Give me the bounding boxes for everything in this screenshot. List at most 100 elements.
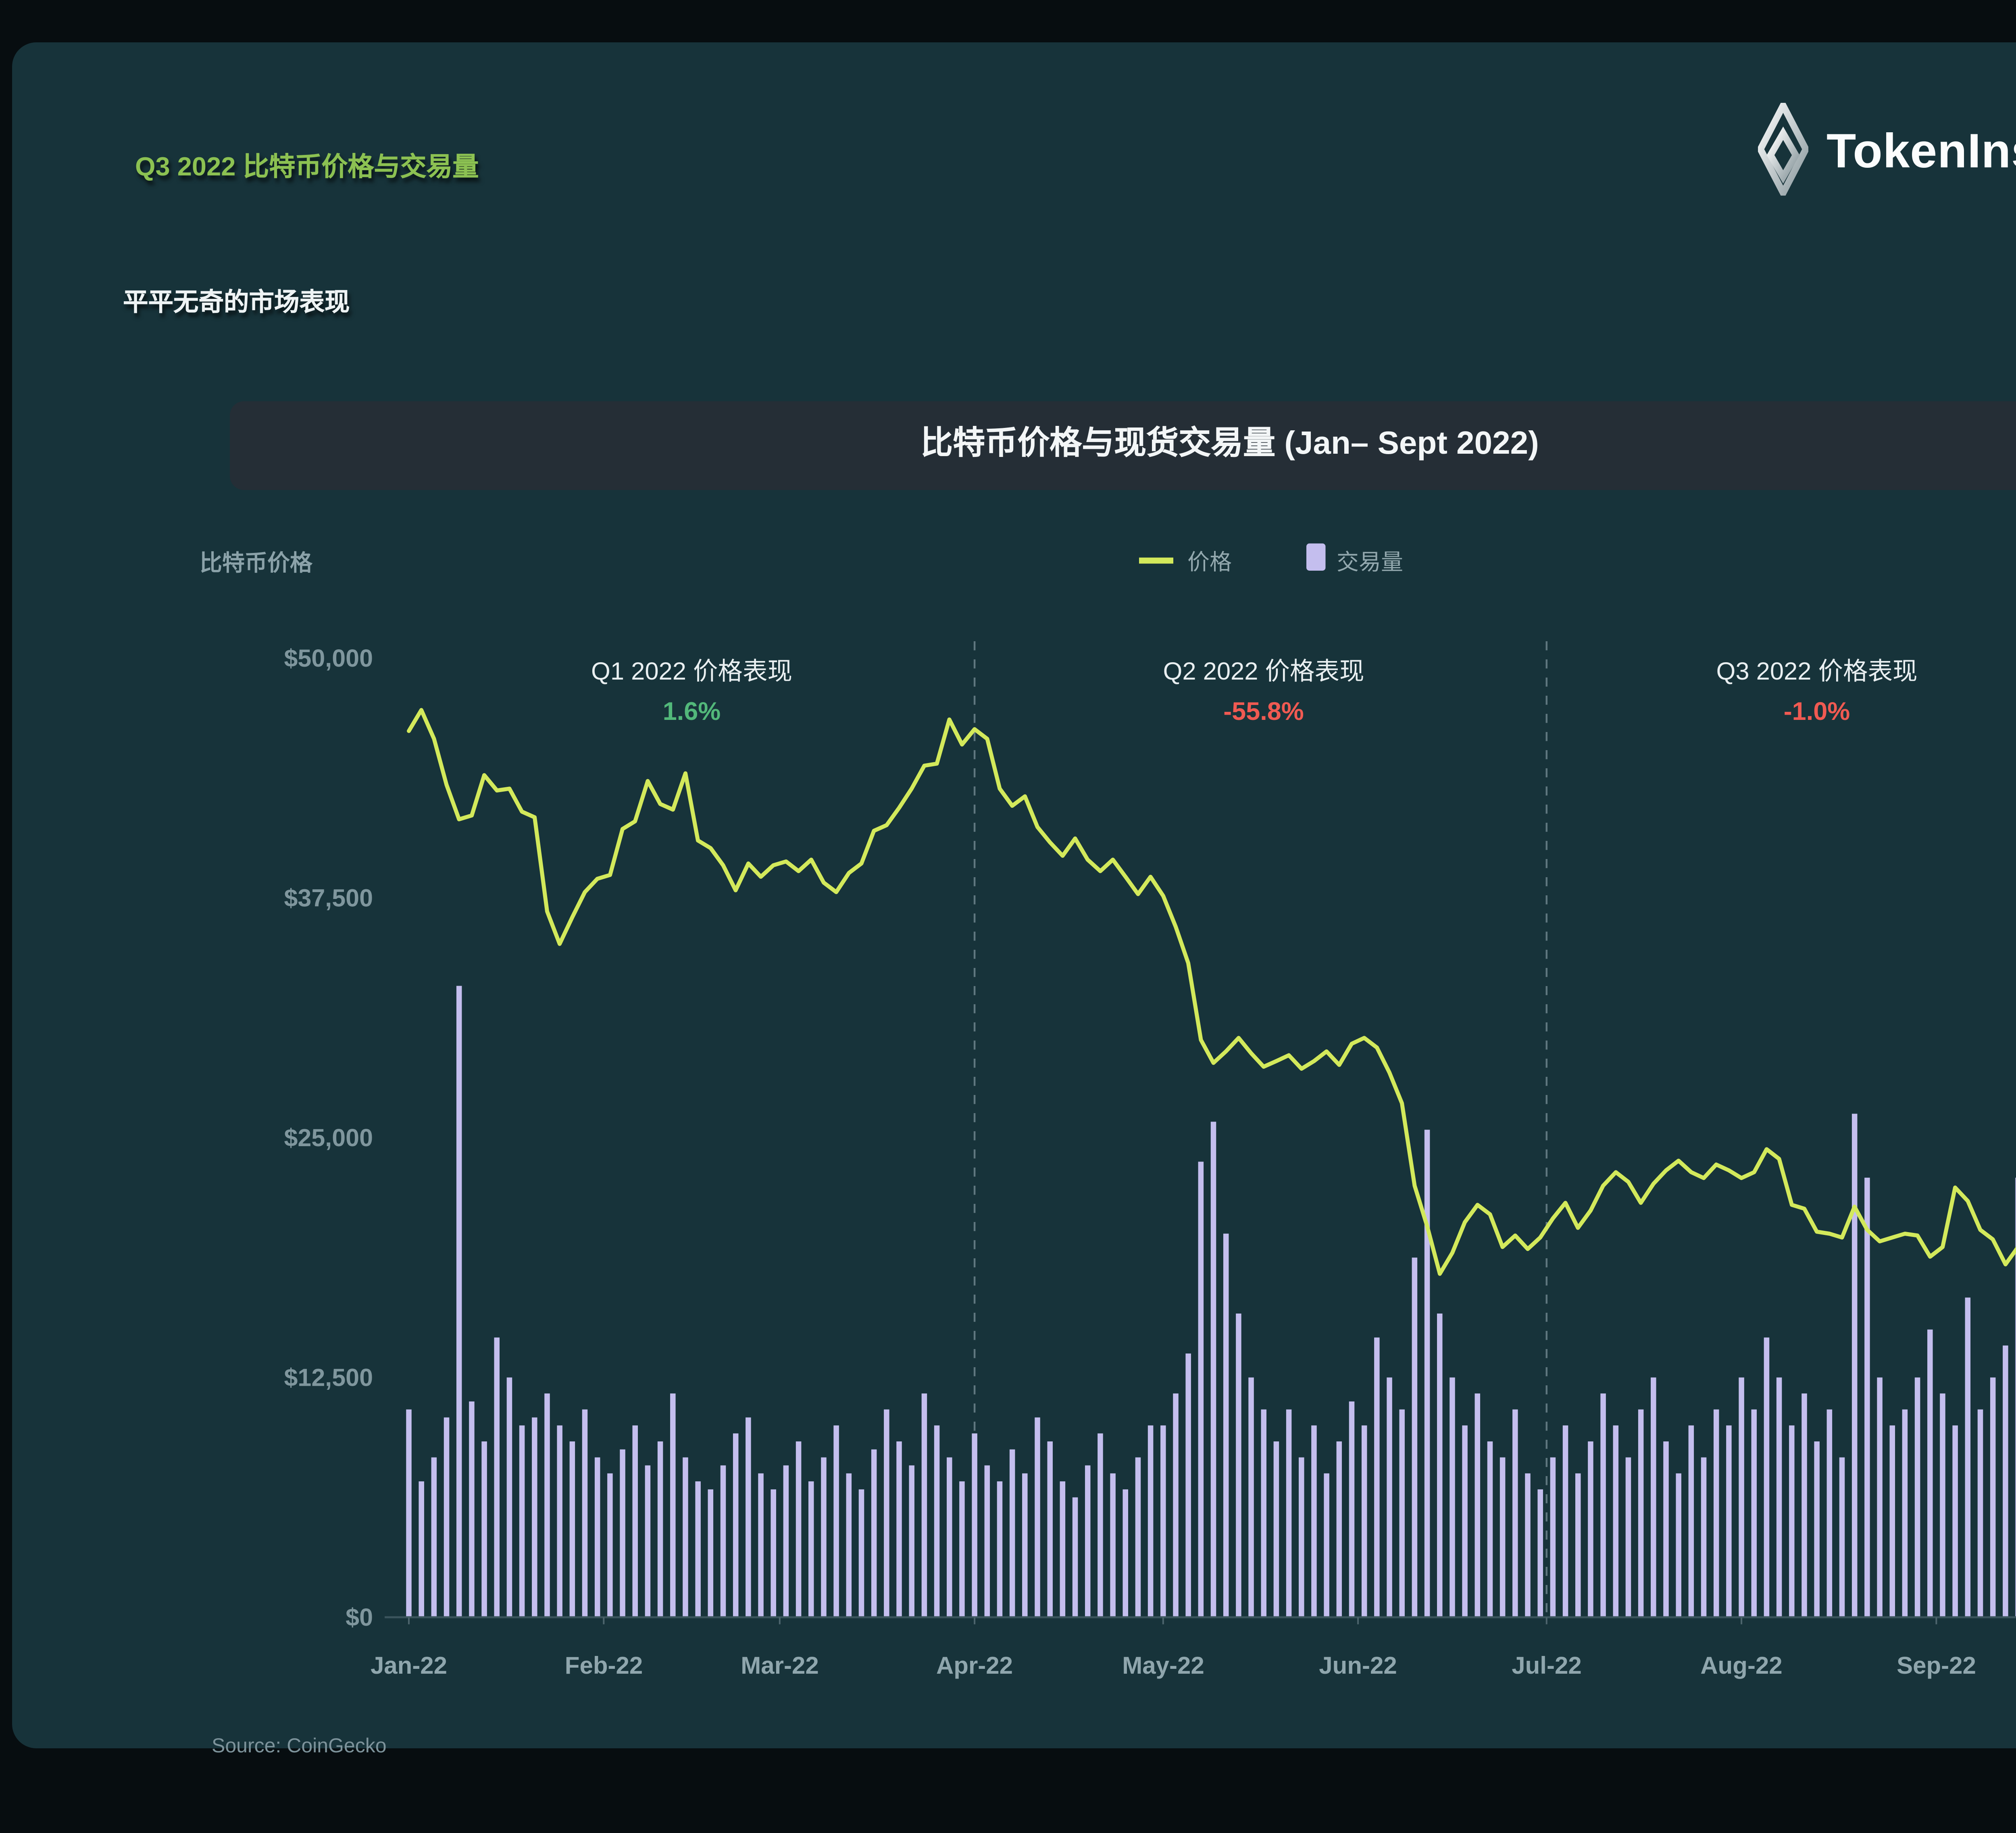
volume-bar xyxy=(922,1393,927,1617)
volume-bar xyxy=(1374,1337,1380,1617)
volume-bar xyxy=(833,1425,839,1617)
volume-bar xyxy=(1902,1410,1908,1617)
volume-bar xyxy=(1550,1458,1556,1617)
volume-bar xyxy=(507,1378,512,1618)
volume-bar xyxy=(1689,1425,1694,1617)
volume-bar xyxy=(695,1481,701,1617)
volume-bar xyxy=(758,1473,764,1617)
volume-bar xyxy=(1537,1489,1543,1617)
volume-bar xyxy=(1978,1410,1983,1617)
volume-bar xyxy=(1676,1473,1681,1617)
left-axis-title: 比特币价格 xyxy=(200,550,313,576)
volume-bar xyxy=(595,1458,600,1617)
volume-bar xyxy=(1248,1378,1254,1618)
volume-bar xyxy=(1349,1401,1355,1617)
volume-bar xyxy=(871,1449,877,1617)
left-axis-tick: $12,500 xyxy=(284,1364,373,1391)
volume-bar xyxy=(746,1418,751,1617)
volume-bar xyxy=(1337,1441,1342,1617)
volume-bar xyxy=(532,1418,537,1617)
volume-bar xyxy=(481,1441,487,1617)
x-axis-month-label: May-22 xyxy=(1122,1652,1204,1679)
volume-bar xyxy=(1022,1473,1028,1617)
volume-bar xyxy=(783,1466,789,1618)
volume-bar xyxy=(1739,1378,1744,1618)
quarter-annotation-label: Q1 2022 价格表现 xyxy=(591,657,792,685)
volume-bar xyxy=(1952,1425,1958,1617)
volume-bar xyxy=(1098,1433,1103,1617)
volume-bar xyxy=(1852,1114,1858,1617)
volume-bar xyxy=(1261,1410,1267,1617)
volume-bar xyxy=(1915,1378,1920,1618)
volume-bar xyxy=(1500,1458,1506,1617)
volume-bar xyxy=(1110,1473,1116,1617)
volume-bar xyxy=(1776,1378,1782,1618)
volume-bar xyxy=(1965,1297,1971,1617)
volume-bar xyxy=(1035,1418,1040,1617)
volume-bar xyxy=(1864,1178,1870,1617)
volume-bar xyxy=(1990,1378,1996,1618)
volume-bar xyxy=(1123,1489,1129,1617)
volume-bar xyxy=(1160,1425,1166,1617)
volume-bar xyxy=(1073,1497,1078,1617)
volume-bar xyxy=(947,1458,952,1617)
volume-bar xyxy=(1274,1441,1279,1617)
volume-bar xyxy=(633,1425,638,1617)
volume-bar xyxy=(544,1393,550,1617)
volume-bar xyxy=(1437,1314,1443,1617)
volume-bar xyxy=(570,1441,575,1617)
volume-bar xyxy=(444,1418,450,1617)
quarter-annotation-label: Q2 2022 价格表现 xyxy=(1163,657,1364,685)
volume-bar xyxy=(670,1393,676,1617)
volume-bar xyxy=(1940,1393,1945,1617)
volume-bar xyxy=(846,1473,852,1617)
volume-bar xyxy=(494,1337,500,1617)
quarter-annotation-value: -55.8% xyxy=(1223,697,1304,726)
volume-bar xyxy=(658,1441,663,1617)
volume-bar xyxy=(934,1425,940,1617)
volume-bar xyxy=(1286,1410,1292,1617)
quarter-annotation-label: Q3 2022 价格表现 xyxy=(1716,657,1917,685)
volume-bar xyxy=(1412,1257,1418,1617)
slide-canvas: Q3 2022 比特币价格与交易量 平平无奇的市场表现 TokenInsight… xyxy=(0,0,2016,1791)
volume-bar xyxy=(1387,1378,1392,1618)
volume-bar xyxy=(1927,1330,1933,1617)
volume-bar xyxy=(1462,1425,1468,1617)
volume-bar xyxy=(771,1489,776,1617)
volume-bar xyxy=(469,1401,475,1617)
volume-bar xyxy=(959,1481,965,1617)
volume-bar xyxy=(1613,1425,1619,1617)
volume-bar xyxy=(997,1481,1003,1617)
volume-bar xyxy=(909,1466,914,1618)
volume-bar xyxy=(721,1466,726,1618)
x-axis-month-label: Jan-22 xyxy=(371,1652,447,1679)
volume-bar xyxy=(1425,1130,1430,1617)
volume-bar xyxy=(1362,1425,1367,1617)
quarter-annotation-value: -1.0% xyxy=(1784,697,1850,726)
volume-bar xyxy=(1173,1393,1179,1617)
volume-bar xyxy=(1299,1458,1304,1617)
volume-bar xyxy=(645,1466,651,1618)
volume-bar xyxy=(1512,1410,1518,1617)
left-axis-tick: $50,000 xyxy=(284,644,373,672)
volume-bar xyxy=(557,1425,562,1617)
volume-bar xyxy=(1600,1393,1606,1617)
volume-bar xyxy=(1651,1378,1656,1618)
x-axis-month-label: Jul-22 xyxy=(1512,1652,1581,1679)
volume-bar xyxy=(1726,1425,1732,1617)
volume-bar xyxy=(1663,1441,1669,1617)
volume-bar xyxy=(859,1489,864,1617)
volume-bar xyxy=(733,1433,739,1617)
volume-bar xyxy=(1890,1425,1895,1617)
volume-bar xyxy=(1198,1162,1204,1617)
volume-bar xyxy=(419,1481,424,1617)
volume-bar xyxy=(456,986,462,1618)
volume-bar xyxy=(582,1410,588,1617)
price-volume-chart: 比特币价格交易量价格交易量$50,000$37,500$25,000$12,50… xyxy=(12,42,2016,1833)
volume-bar xyxy=(796,1441,802,1617)
volume-bar xyxy=(607,1473,613,1617)
left-axis-tick: $0 xyxy=(346,1604,373,1631)
volume-bar xyxy=(1399,1410,1405,1617)
volume-bar xyxy=(1324,1473,1329,1617)
volume-bar xyxy=(1839,1458,1845,1617)
